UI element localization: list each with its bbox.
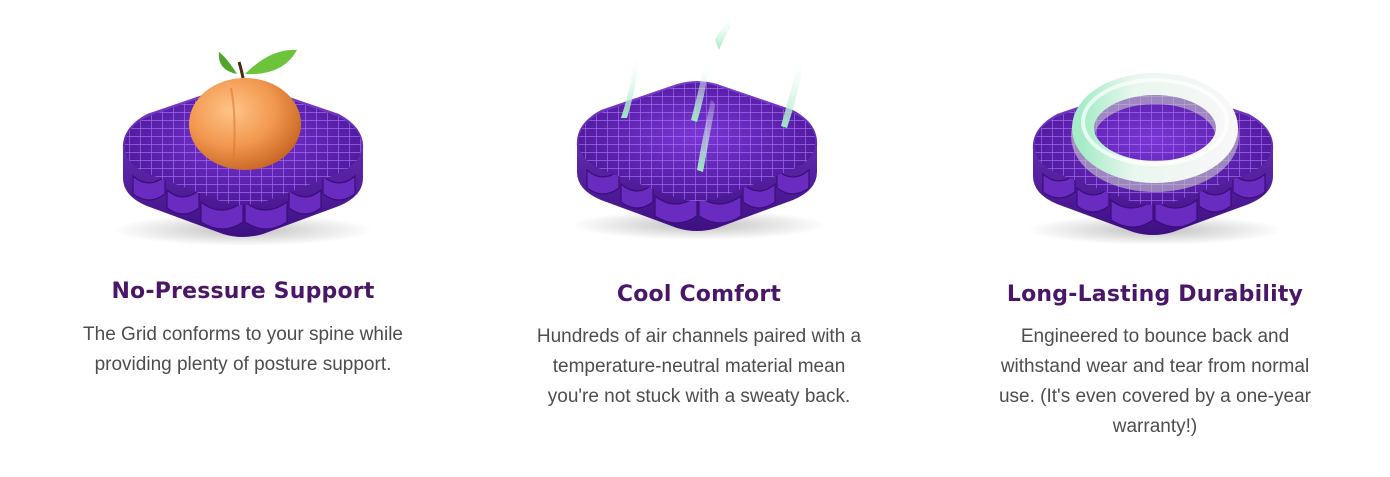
feature-long-lasting-durability: Long-Lasting Durability Engineered to bo… — [975, 0, 1335, 442]
feature-cool-comfort: Cool Comfort Hundreds of air channels pa… — [519, 0, 879, 412]
feature-description: The Grid conforms to your spine while pr… — [83, 324, 403, 375]
peach-on-grid-icon — [63, 0, 423, 260]
feature-title: No-Pressure Support — [111, 279, 375, 304]
feature-description: Hundreds of air channels paired with a t… — [536, 326, 862, 407]
feature-no-pressure-support: No-Pressure Support The Grid conforms to… — [63, 0, 423, 380]
feature-description: Engineered to bounce back and withstand … — [998, 326, 1311, 437]
feature-title: Long-Lasting Durability — [1006, 282, 1304, 307]
feature-title: Cool Comfort — [616, 282, 782, 307]
ring-on-grid-icon — [975, 0, 1335, 260]
airflow-grid-icon — [519, 0, 879, 260]
features-section: No-Pressure Support The Grid conforms to… — [0, 0, 1390, 477]
